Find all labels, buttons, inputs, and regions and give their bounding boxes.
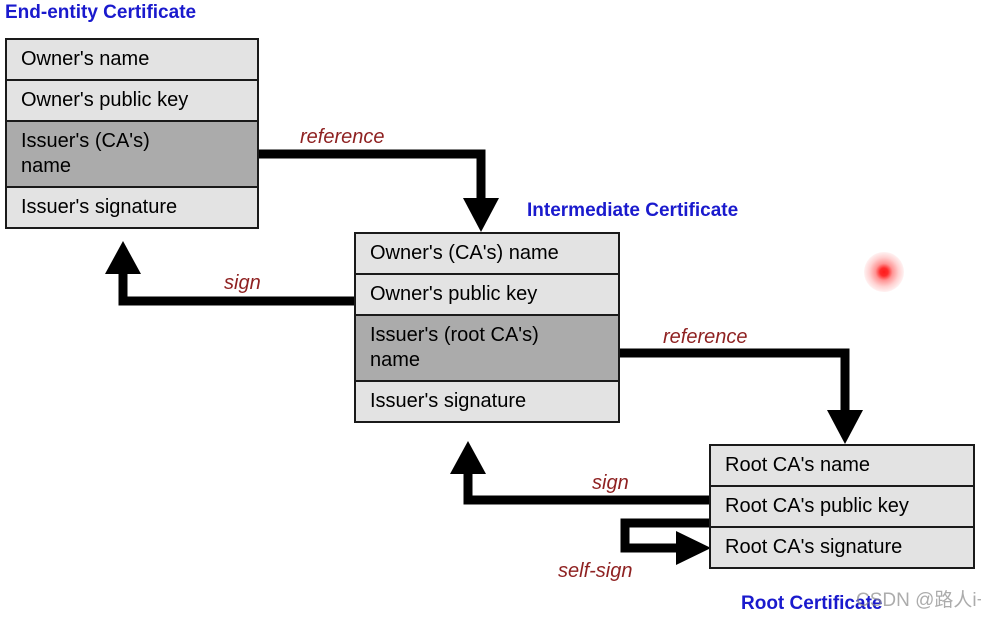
self-sign-arrowhead xyxy=(676,531,711,565)
root-certificate-box[interactable]: Root CA's name Root CA's public key Root… xyxy=(709,444,975,569)
root-certificate-title: Root Certificate xyxy=(741,593,883,614)
intermediate-row-owner-name[interactable]: Owner's (CA's) name xyxy=(356,234,618,275)
root-row-name[interactable]: Root CA's name xyxy=(711,446,973,487)
end-entity-row-issuer-signature[interactable]: Issuer's signature xyxy=(7,188,257,227)
intermediate-row-issuer-signature[interactable]: Issuer's signature xyxy=(356,382,618,421)
end-entity-row-owner-public-key[interactable]: Owner's public key xyxy=(7,81,257,122)
sign-2-arrowhead xyxy=(450,441,486,474)
sign-2-line xyxy=(463,472,709,505)
end-entity-row-owner-name[interactable]: Owner's name xyxy=(7,40,257,81)
intermediate-row-owner-public-key[interactable]: Owner's public key xyxy=(356,275,618,316)
reference-1-arrowhead xyxy=(463,198,499,232)
reference-2-arrowhead xyxy=(827,410,863,444)
edge-label-self-sign: self-sign xyxy=(558,560,633,582)
root-row-public-key[interactable]: Root CA's public key xyxy=(711,487,973,528)
edge-label-sign-2: sign xyxy=(592,472,629,494)
sign-1-arrowhead xyxy=(105,241,141,274)
intermediate-row-issuer-name[interactable]: Issuer's (root CA's) name xyxy=(356,316,618,382)
end-entity-certificate-box[interactable]: Owner's name Owner's public key Issuer's… xyxy=(5,38,259,229)
end-entity-certificate-title: End-entity Certificate xyxy=(5,2,197,23)
root-row-signature[interactable]: Root CA's signature xyxy=(711,528,973,567)
reference-1-line xyxy=(259,149,486,200)
edge-label-sign-1: sign xyxy=(224,272,261,294)
intermediate-certificate-box[interactable]: Owner's (CA's) name Owner's public key I… xyxy=(354,232,620,423)
intermediate-certificate-title: Intermediate Certificate xyxy=(527,200,739,221)
certificate-chain-diagram: End-entity Certificate Owner's name Owne… xyxy=(0,0,981,618)
end-entity-row-issuer-name[interactable]: Issuer's (CA's) name xyxy=(7,122,257,188)
edge-label-reference-2: reference xyxy=(663,326,748,348)
edge-label-reference-1: reference xyxy=(300,126,385,148)
reference-2-line xyxy=(620,348,850,412)
